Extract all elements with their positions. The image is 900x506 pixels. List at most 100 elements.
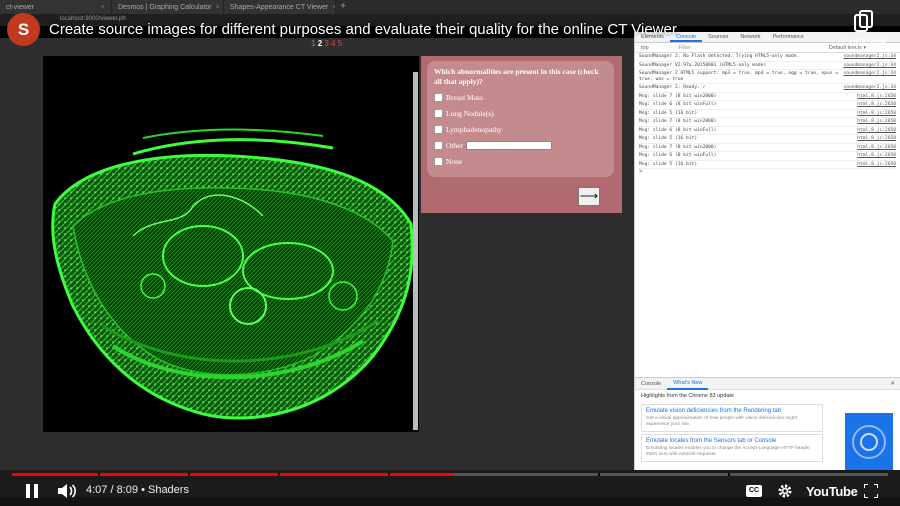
console-source-link[interactable]: soundmanager2.js:34	[843, 63, 896, 69]
console-source-link[interactable]: soundmanager2.js:34	[843, 54, 896, 60]
card-title[interactable]: Emulate locales from the Sensors tab or …	[646, 438, 818, 444]
close-icon[interactable]: ×	[101, 4, 105, 11]
browser-tab[interactable]: ct-viewer ×	[0, 0, 112, 14]
option-none[interactable]: None	[434, 155, 608, 167]
tab-performance[interactable]: Performance	[766, 32, 810, 42]
checkbox[interactable]	[434, 140, 443, 150]
tab-label: ct-viewer	[6, 3, 35, 11]
console-source-link[interactable]: html.8.js:2650	[857, 94, 896, 100]
tab-sources[interactable]: Sources	[702, 32, 734, 42]
chapter-marker	[98, 473, 100, 476]
console-message: SoundManager 2 HTML5 support: mp3 = true…	[639, 71, 839, 82]
checkbox[interactable]	[434, 124, 443, 134]
checkbox[interactable]	[434, 156, 443, 166]
progress-bar[interactable]	[12, 473, 888, 476]
checkbox[interactable]	[434, 108, 443, 118]
console-line: Msg: slide 6 (8 bit winFull) html.8.js:26…	[639, 127, 896, 135]
option-label: Lymphadenopathy	[446, 124, 502, 134]
option-breast-mass[interactable]: Breast Mass	[434, 91, 608, 103]
video-title[interactable]: Create source images for different purpo…	[49, 21, 680, 38]
page-current: 2	[317, 39, 323, 48]
console-source-link[interactable]: html.8.js:2650	[857, 128, 896, 134]
option-lung-nodules[interactable]: Lung Nodule(s)	[434, 107, 608, 119]
console-source-link[interactable]: soundmanager2.js:34	[843, 71, 896, 82]
console-line: SoundManager 2: Ready. ✓ soundmanager2.js…	[639, 84, 896, 93]
whats-new-card[interactable]: Emulate vision deficiencies from the Ren…	[641, 404, 823, 432]
console-log: SoundManager 2: No Flash detected. Tryin…	[635, 53, 900, 169]
console-message: Msg: slide 5 (16 bit)	[639, 110, 698, 116]
slide-pagination[interactable]: 1 2 3 4 5	[311, 39, 342, 48]
console-source-link[interactable]: html.8.js:2650	[857, 162, 896, 168]
console-message: SoundManager V2.97a.20150601 (HTML5-only…	[639, 62, 767, 68]
console-line: SoundManager 2: No Flash detected. Tryin…	[639, 53, 896, 62]
card-description: Emulating locales enables you to change …	[646, 446, 810, 457]
console-line: SoundManager 2 HTML5 support: mp3 = true…	[639, 70, 896, 84]
browser-tab[interactable]: Desmos | Graphing Calculator ×	[112, 0, 224, 14]
console-message: SoundManager 2: Ready. ✓	[639, 85, 706, 90]
time-total: 8:09	[116, 484, 139, 496]
console-source-link[interactable]: html.8.js:2650	[857, 145, 896, 151]
channel-avatar[interactable]: S	[7, 13, 40, 46]
console-source-link[interactable]: soundmanager2.js:34	[843, 85, 896, 91]
chapter-marker	[188, 473, 190, 476]
drawer-tabs: Console What's New ✕	[635, 378, 900, 390]
console-message: Msg: slide 5 (16 bit)	[639, 136, 698, 141]
option-label: None	[446, 156, 463, 166]
option-label: Lung Nodule(s)	[446, 108, 494, 118]
option-label: Breast Mass	[446, 92, 483, 102]
close-icon[interactable]: ×	[216, 4, 220, 11]
console-source-link[interactable]: html.8.js:2650	[857, 111, 896, 117]
pause-icon[interactable]	[24, 484, 40, 498]
copy-link-label: Copy link	[841, 36, 887, 48]
other-text-field[interactable]	[466, 140, 553, 150]
copy-link-button[interactable]: Copy link	[834, 10, 894, 48]
console-line: Msg: slide 5 (16 bit) html.8.js:2650	[639, 110, 896, 118]
devtools-panel: Elements Console Sources Network Perform…	[634, 32, 900, 471]
ct-image-viewer[interactable]	[43, 56, 419, 432]
console-line: Msg: slide 6 (8 bit winFull) html.8.js:26…	[639, 101, 896, 110]
promo-image	[845, 413, 893, 471]
drawer-tab-whats-new[interactable]: What's New	[667, 378, 709, 390]
card-title[interactable]: Emulate vision deficiencies from the Ren…	[646, 408, 818, 414]
console-message: Msg: slide 6 (8 bit winFull)	[639, 102, 717, 107]
chapter-title[interactable]: Shaders	[148, 484, 189, 496]
chapter-marker	[728, 473, 730, 476]
browser-tab[interactable]: Shapes-Appearance CT Viewer ×	[224, 0, 336, 14]
devtools-drawer: Console What's New ✕ Highlights from the…	[635, 377, 900, 471]
filter-input[interactable]: Filter	[679, 45, 739, 51]
console-source-link[interactable]: html.8.js:2650	[857, 119, 896, 125]
console-message: SoundManager 2: No Flash detected. Tryin…	[639, 54, 800, 59]
console-message: Msg: slide 6 (8 bit winFull)	[639, 127, 717, 133]
question-prompt: Which abnormalities are present in this …	[434, 67, 599, 86]
page-prev[interactable]: 1	[311, 39, 315, 48]
checkbox[interactable]	[434, 92, 443, 102]
ct-scan-image	[51, 128, 414, 420]
chapter-marker	[388, 473, 390, 476]
youtube-logo[interactable]: YouTube	[806, 484, 858, 499]
page-next[interactable]: 3 4 5	[324, 39, 342, 48]
close-icon[interactable]: ✕	[890, 381, 900, 387]
captions-button[interactable]: CC	[746, 485, 762, 497]
settings-gear-icon[interactable]	[777, 483, 793, 499]
console-prompt[interactable]: >	[635, 169, 900, 175]
console-line: Msg: slide 7 (8 bit win2000) html.8.js:26…	[639, 118, 896, 127]
console-source-link[interactable]: html.8.js:2650	[857, 153, 896, 159]
drawer-tab-console[interactable]: Console	[635, 381, 667, 387]
whats-new-heading: Highlights from the Chrome 83 update	[641, 393, 734, 399]
console-source-link[interactable]: html.8.js:2650	[857, 136, 896, 142]
console-line: Msg: slide 6 (8 bit winFull) html.8.js:26…	[639, 152, 896, 161]
console-message: Msg: slide 7 (8 bit win2000)	[639, 93, 717, 99]
next-arrow-button[interactable]: ⟶	[578, 187, 600, 206]
volume-icon[interactable]	[57, 483, 77, 499]
context-selector[interactable]: top	[641, 45, 649, 51]
console-source-link[interactable]: html.8.js:2650	[857, 102, 896, 108]
viewer-scrollbar[interactable]	[413, 72, 418, 430]
whats-new-card[interactable]: Emulate locales from the Sensors tab or …	[641, 434, 823, 462]
option-other[interactable]: Other	[434, 139, 608, 151]
tab-network[interactable]: Network	[734, 32, 766, 42]
new-tab-icon[interactable]: +	[336, 0, 350, 14]
chapter-marker	[278, 473, 280, 476]
option-label: Other	[446, 140, 464, 150]
option-lymphadenopathy[interactable]: Lymphadenopathy	[434, 123, 608, 135]
fullscreen-icon[interactable]	[864, 484, 878, 498]
